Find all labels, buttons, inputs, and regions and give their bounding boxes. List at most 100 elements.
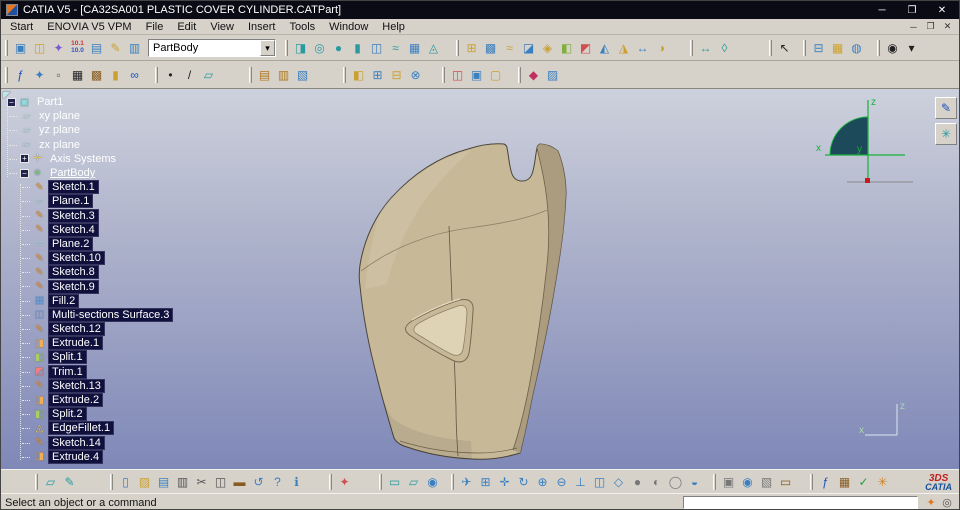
tree-item-label[interactable]: yz plane [36, 124, 83, 136]
whats-this-icon[interactable]: ℹ [287, 473, 306, 491]
tree-item-plane-2[interactable]: ▱ Plane.2 [3, 237, 172, 251]
menu-start[interactable]: Start [3, 21, 40, 33]
power-copy-icon[interactable]: ✦ [335, 473, 354, 491]
remove-body-icon[interactable]: ⊟ [387, 66, 406, 84]
toolbar-grip[interactable] [155, 66, 158, 83]
tree-item-part1[interactable]: − ▣ Part1 [3, 95, 172, 109]
tree-item-sketch-12[interactable]: ✎ Sketch.12 [3, 322, 172, 336]
vpm-pencil-icon[interactable]: ✎ [106, 39, 125, 57]
fit-all-icon[interactable]: ⊞ [476, 473, 495, 491]
tree-item-label[interactable]: xy plane [36, 110, 83, 122]
positioned-sketch-icon[interactable]: ▱ [404, 473, 423, 491]
mdi-minimize-button[interactable]: ─ [906, 20, 921, 33]
offset-surface-icon[interactable]: ◫ [367, 39, 386, 57]
assemble-icon[interactable]: ◧ [349, 66, 368, 84]
thick-surface-icon[interactable]: ▣ [467, 66, 486, 84]
analysis-icon[interactable]: ◉ [423, 473, 442, 491]
toolbar-grip[interactable] [451, 473, 454, 490]
point-icon[interactable]: • [161, 66, 180, 84]
formula-icon[interactable]: ƒ [11, 66, 30, 84]
close-button[interactable]: ✕ [927, 2, 957, 18]
cut-icon[interactable]: ✂ [192, 473, 211, 491]
toolbar-grip[interactable] [810, 473, 813, 490]
help-icon[interactable]: ? [268, 473, 287, 491]
translate-icon[interactable]: ↔ [633, 39, 652, 57]
tree-item-label[interactable]: Sketch.8 [49, 266, 98, 279]
tree-item-label[interactable]: Split.2 [49, 408, 86, 421]
version-icon[interactable]: 10.1 10.0 [68, 39, 87, 57]
apply-material-icon[interactable]: ◆ [524, 66, 543, 84]
menu-edit[interactable]: Edit [170, 21, 203, 33]
tree-item-label[interactable]: Axis Systems [47, 153, 119, 165]
tree-item-split-2[interactable]: ◧ Split.2 [3, 407, 172, 421]
paste-icon[interactable]: ▬ [230, 473, 249, 491]
toolbar-grip[interactable] [249, 66, 252, 83]
tree-item-xy-plane[interactable]: ▱ xy plane [3, 109, 172, 123]
catalog-icon[interactable]: ▤ [255, 66, 274, 84]
secondary-workbench-icon[interactable]: ✳ [935, 123, 957, 145]
expand-icon[interactable]: + [20, 154, 29, 164]
tree-item-label[interactable]: Plane.1 [49, 195, 93, 208]
toolbar-grip[interactable] [110, 473, 113, 490]
disassemble-icon[interactable]: ◈ [538, 39, 557, 57]
grid-snap-icon[interactable]: ▦ [828, 39, 847, 57]
symmetry-icon[interactable]: ◑ [652, 39, 671, 57]
tree-item-sketch-10[interactable]: ✎ Sketch.10 [3, 251, 172, 265]
tree-item-sketch-4[interactable]: ✎ Sketch.4 [3, 223, 172, 237]
join-icon[interactable]: ⊞ [462, 39, 481, 57]
vpm-save-icon[interactable]: ▥ [125, 39, 144, 57]
tree-item-label[interactable]: Extrude.1 [49, 337, 103, 350]
tree-item-extrude-1[interactable]: ◨ Extrude.1 [3, 336, 172, 350]
library-icon[interactable]: ▥ [274, 66, 293, 84]
knowledge-formula-icon[interactable]: ƒ [816, 473, 835, 491]
tree-item-multi-sections-surface-3[interactable]: ◫ Multi-sections Surface.3 [3, 308, 173, 322]
pan-icon[interactable]: ✛ [495, 473, 514, 491]
toolbar-grip[interactable] [5, 39, 8, 56]
parameters-icon[interactable]: ∞ [125, 66, 144, 84]
minimize-button[interactable]: ─ [867, 2, 897, 18]
tree-item-plane-1[interactable]: ▱ Plane.1 [3, 194, 172, 208]
tree-item-sketch-13[interactable]: ✎ Sketch.13 [3, 379, 172, 393]
tree-item-label[interactable]: Split.1 [49, 351, 86, 364]
tree-item-yz-plane[interactable]: ▱ yz plane [3, 123, 172, 137]
tree-item-sketch-9[interactable]: ✎ Sketch.9 [3, 279, 172, 293]
extrude-surface-icon[interactable]: ◨ [291, 39, 310, 57]
tree-item-label[interactable]: Sketch.10 [49, 252, 104, 265]
multi-view-icon[interactable]: ◫ [590, 473, 609, 491]
tree-item-label[interactable]: Fill.2 [49, 294, 79, 307]
save-icon[interactable]: ▤ [154, 473, 173, 491]
tree-item-label[interactable]: Multi-sections Surface.3 [49, 308, 173, 321]
toolbar-grip[interactable] [379, 473, 382, 490]
tree-item-label[interactable]: Sketch.3 [49, 209, 98, 222]
depth-effect-icon[interactable]: ▧ [757, 473, 776, 491]
datum-icon[interactable]: ▭ [385, 473, 404, 491]
knowledge-search-icon[interactable]: ✦ [30, 66, 49, 84]
tree-item-trim-1[interactable]: ◩ Trim.1 [3, 365, 172, 379]
healing-icon[interactable]: ▩ [481, 39, 500, 57]
sphere-surface-icon[interactable]: ● [329, 39, 348, 57]
tree-item-zx-plane[interactable]: ▱ zx plane [3, 138, 172, 152]
active-workbench-icon[interactable]: ✎ [935, 97, 957, 119]
tree-item-label[interactable]: Sketch.1 [49, 181, 98, 194]
sweep-surface-icon[interactable]: ≈ [386, 39, 405, 57]
tree-item-label[interactable]: Plane.2 [49, 237, 93, 250]
boundary-icon[interactable]: ◭ [595, 39, 614, 57]
graphic-properties-icon[interactable]: ▨ [543, 66, 562, 84]
tree-item-label[interactable]: zx plane [36, 139, 83, 151]
surface-simplify-icon[interactable]: ◪ [519, 39, 538, 57]
catalog-table-icon[interactable]: ▩ [87, 66, 106, 84]
toolbar-grip[interactable] [5, 66, 8, 83]
maximize-button[interactable]: ❐ [897, 2, 927, 18]
shading-icon[interactable]: ● [628, 473, 647, 491]
rotate-icon[interactable]: ↻ [514, 473, 533, 491]
toolbar-grip[interactable] [803, 39, 806, 56]
tree-item-label[interactable]: Sketch.9 [49, 280, 98, 293]
curve-smooth-icon[interactable]: ≈ [500, 39, 519, 57]
trim-icon[interactable]: ◩ [576, 39, 595, 57]
add-body-icon[interactable]: ⊞ [368, 66, 387, 84]
er-open-icon[interactable]: ◫ [30, 39, 49, 57]
fill-surface-icon[interactable]: ▦ [405, 39, 424, 57]
select-arrow-icon[interactable]: ↖ [775, 39, 794, 57]
measure-item-icon[interactable]: ◊ [715, 39, 734, 57]
tree-item-label[interactable]: Extrude.4 [49, 450, 103, 463]
